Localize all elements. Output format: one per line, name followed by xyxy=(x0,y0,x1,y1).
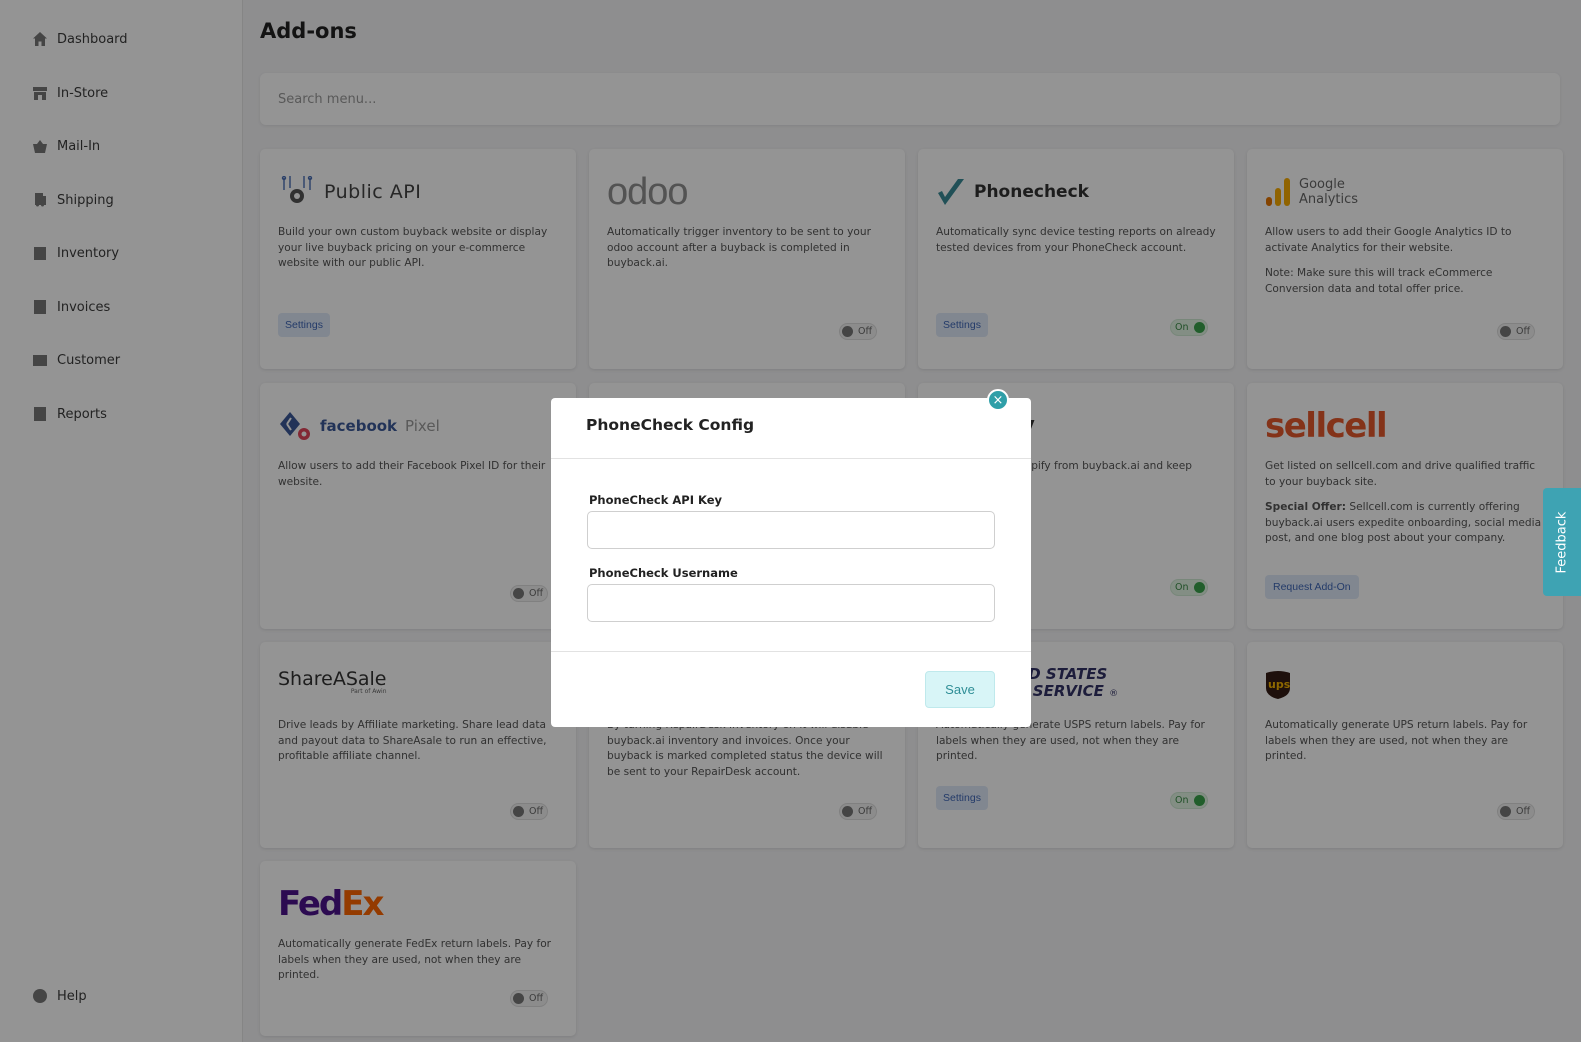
api-key-input[interactable] xyxy=(587,511,995,549)
close-icon[interactable]: × xyxy=(987,389,1009,411)
api-key-label: PhoneCheck API Key xyxy=(589,493,723,507)
feedback-label: Feedback xyxy=(1554,511,1570,573)
phonecheck-config-modal: PhoneCheck Config PhoneCheck API Key Pho… xyxy=(551,398,1031,727)
feedback-tab[interactable]: Feedback xyxy=(1543,488,1581,596)
modal-divider xyxy=(551,458,1031,459)
modal-divider xyxy=(551,651,1031,652)
modal-title: PhoneCheck Config xyxy=(586,416,755,434)
username-input[interactable] xyxy=(587,584,995,622)
save-button[interactable]: Save xyxy=(925,671,995,708)
username-label: PhoneCheck Username xyxy=(589,566,738,580)
